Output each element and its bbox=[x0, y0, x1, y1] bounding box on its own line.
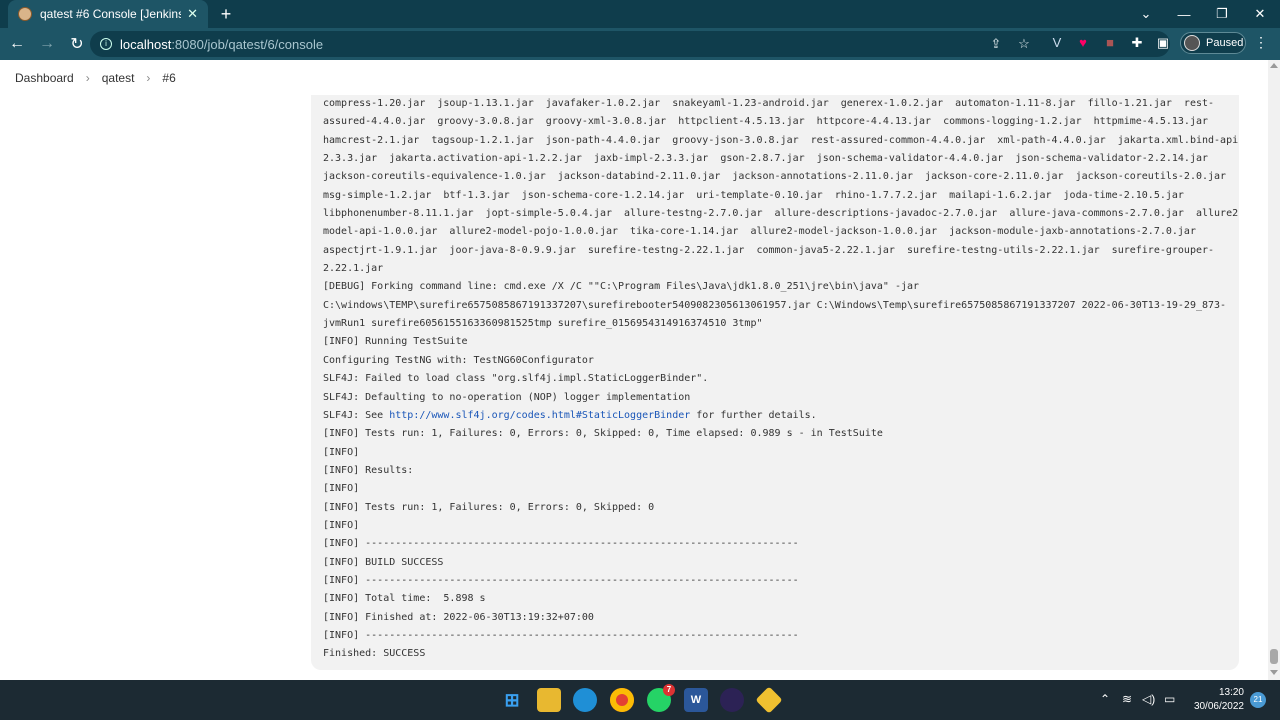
chevron-up-icon[interactable]: ⌃ bbox=[1100, 692, 1110, 706]
url-path: :8080/job/qatest/6/console bbox=[171, 36, 324, 52]
share-icon[interactable]: ⇪ bbox=[988, 36, 1004, 52]
chrome-browser-icon[interactable] bbox=[610, 688, 634, 712]
breadcrumb-dashboard[interactable]: Dashboard bbox=[15, 71, 74, 85]
git-icon[interactable] bbox=[755, 686, 783, 714]
avatar bbox=[1184, 35, 1200, 51]
extension-icon[interactable]: ■ bbox=[1101, 34, 1119, 52]
console-line: SLF4J: Failed to load class "org.slf4j.i… bbox=[323, 373, 709, 385]
console-line: SLF4J: Defaulting to no-operation (NOP) … bbox=[323, 391, 691, 403]
console-line: hamcrest-2.1.jar tagsoup-1.2.1.jar json-… bbox=[323, 134, 1239, 146]
notification-badge[interactable]: 21 bbox=[1250, 692, 1266, 708]
url-host: localhost bbox=[120, 36, 172, 52]
console-line: [INFO] ---------------------------------… bbox=[323, 538, 799, 550]
console-line: 2.22.1.jar bbox=[323, 263, 384, 275]
console-line: [INFO] ---------------------------------… bbox=[323, 629, 799, 641]
console-line: [INFO] Results: bbox=[323, 464, 414, 476]
console-line: [DEBUG] Forking command line: cmd.exe /X… bbox=[323, 281, 920, 293]
bookmark-star-icon[interactable]: ☆ bbox=[1016, 36, 1032, 52]
console-line: aspectjrt-1.9.1.jar joor-java-8-0.9.9.ja… bbox=[323, 244, 1215, 256]
console-line: 2.3.3.jar jakarta.activation-api-1.2.2.j… bbox=[323, 153, 1209, 165]
console-line: msg-simple-1.2.jar btf-1.3.jar json-sche… bbox=[323, 189, 1184, 201]
scroll-up-arrow-icon[interactable] bbox=[1270, 63, 1278, 68]
tab-title: qatest #6 Console [Jenkins] bbox=[40, 7, 182, 21]
browser-tab-strip: qatest #6 Console [Jenkins] ✕ + ⌄ — ❐ ✕ bbox=[0, 0, 1280, 28]
side-panel-icon[interactable]: ▣ bbox=[1154, 34, 1172, 52]
system-clock[interactable]: 13:20 30/06/2022 bbox=[1180, 686, 1244, 714]
extensions-puzzle-icon[interactable]: ✚ bbox=[1128, 34, 1146, 52]
console-line: assured-4.4.0.jar groovy-3.0.8.jar groov… bbox=[323, 116, 1209, 128]
file-explorer-icon[interactable] bbox=[537, 688, 561, 712]
chevron-right-icon: › bbox=[85, 70, 90, 85]
vimium-extension-icon[interactable]: V bbox=[1048, 34, 1066, 52]
profile-button[interactable]: Paused bbox=[1180, 32, 1246, 54]
browser-tab[interactable]: qatest #6 Console [Jenkins] ✕ bbox=[8, 0, 208, 28]
chevron-right-icon: › bbox=[146, 70, 151, 85]
volume-icon[interactable]: ◁) bbox=[1142, 692, 1155, 706]
console-link-line: SLF4J: See http://www.slf4j.org/codes.ht… bbox=[323, 407, 1227, 425]
console-line: [INFO] ---------------------------------… bbox=[323, 574, 799, 586]
tab-close-icon[interactable]: ✕ bbox=[187, 6, 198, 22]
battery-icon[interactable]: ▭ bbox=[1164, 692, 1175, 706]
windows-taskbar: ⊞ 7 W ⌃ ≋ ◁) ▭ 13:20 30/06/2022 21 bbox=[0, 680, 1280, 720]
console-output: compress-1.20.jar jsoup-1.13.1.jar javaf… bbox=[311, 95, 1239, 664]
clock-date: 30/06/2022 bbox=[1193, 701, 1244, 712]
console-line: [INFO] Running TestSuite bbox=[323, 336, 468, 348]
site-info-icon[interactable]: i bbox=[100, 38, 112, 50]
whatsapp-icon[interactable]: 7 bbox=[647, 684, 675, 712]
console-line: [INFO] Tests run: 1, Failures: 0, Errors… bbox=[323, 501, 655, 513]
console-line: [INFO] bbox=[323, 519, 360, 531]
back-button[interactable]: ← bbox=[4, 31, 30, 57]
scroll-down-arrow-icon[interactable] bbox=[1270, 670, 1278, 675]
scroll-thumb[interactable] bbox=[1270, 649, 1278, 664]
edge-browser-icon[interactable] bbox=[573, 688, 597, 712]
tab-search-icon[interactable]: ⌄ bbox=[1128, 0, 1164, 28]
console-line: jvmRun1 surefire6056155163360981525tmp s… bbox=[323, 318, 763, 330]
forward-button[interactable]: → bbox=[34, 31, 60, 57]
reload-button[interactable]: ↻ bbox=[64, 31, 90, 57]
console-line: libphonenumber-8.11.1.jar jopt-simple-5.… bbox=[323, 208, 1239, 220]
windows-start-icon[interactable]: ⊞ bbox=[500, 688, 524, 712]
word-icon[interactable]: W bbox=[684, 688, 708, 712]
pocket-extension-icon[interactable]: ♥ bbox=[1074, 34, 1092, 52]
console-line: [INFO] bbox=[323, 483, 360, 495]
minimize-button[interactable]: — bbox=[1166, 0, 1202, 28]
console-line: compress-1.20.jar jsoup-1.13.1.jar javaf… bbox=[323, 98, 1215, 109]
clock-time: 13:20 bbox=[1218, 687, 1244, 698]
breadcrumb-build-6[interactable]: #6 bbox=[162, 71, 175, 85]
wifi-icon[interactable]: ≋ bbox=[1122, 692, 1132, 706]
breadcrumb: Dashboard › qatest › #6 bbox=[0, 60, 1268, 95]
slf4j-link[interactable]: http://www.slf4j.org/codes.html#StaticLo… bbox=[389, 410, 690, 421]
new-tab-button[interactable]: + bbox=[216, 4, 236, 24]
finished-status: Finished: SUCCESS bbox=[323, 648, 426, 660]
whatsapp-badge: 7 bbox=[663, 684, 675, 696]
console-line: C:\windows\TEMP\surefire6575085867191337… bbox=[323, 299, 1227, 311]
profile-status: Paused bbox=[1206, 37, 1244, 49]
console-output-panel: compress-1.20.jar jsoup-1.13.1.jar javaf… bbox=[311, 95, 1239, 670]
restore-button[interactable]: ❐ bbox=[1204, 0, 1240, 28]
link-prefix: SLF4J: See bbox=[323, 409, 390, 421]
console-line: model-api-1.0.0.jar allure2-model-pojo-1… bbox=[323, 226, 1196, 238]
console-line: jackson-coreutils-equivalence-1.0.jar ja… bbox=[323, 171, 1227, 183]
console-line: [INFO] Tests run: 1, Failures: 0, Errors… bbox=[323, 428, 883, 440]
console-line: [INFO] Total time: 5.898 s bbox=[323, 593, 486, 605]
console-line: Configuring TestNG with: TestNG60Configu… bbox=[323, 354, 594, 366]
link-suffix: for further details. bbox=[690, 409, 817, 421]
console-line: [INFO] BUILD SUCCESS bbox=[323, 556, 444, 568]
breadcrumb-qatest[interactable]: qatest bbox=[102, 71, 135, 85]
eclipse-icon[interactable] bbox=[720, 688, 744, 712]
close-window-button[interactable]: ✕ bbox=[1242, 0, 1278, 28]
jenkins-favicon-icon bbox=[18, 7, 32, 21]
console-line: [INFO] bbox=[323, 446, 360, 458]
address-bar[interactable]: i localhost:8080/job/qatest/6/console ⇪ … bbox=[90, 31, 1170, 57]
browser-menu-icon[interactable]: ⋮ bbox=[1254, 34, 1268, 51]
page-scrollbar[interactable] bbox=[1268, 60, 1280, 680]
console-line: [INFO] Finished at: 2022-06-30T13:19:32+… bbox=[323, 611, 594, 623]
